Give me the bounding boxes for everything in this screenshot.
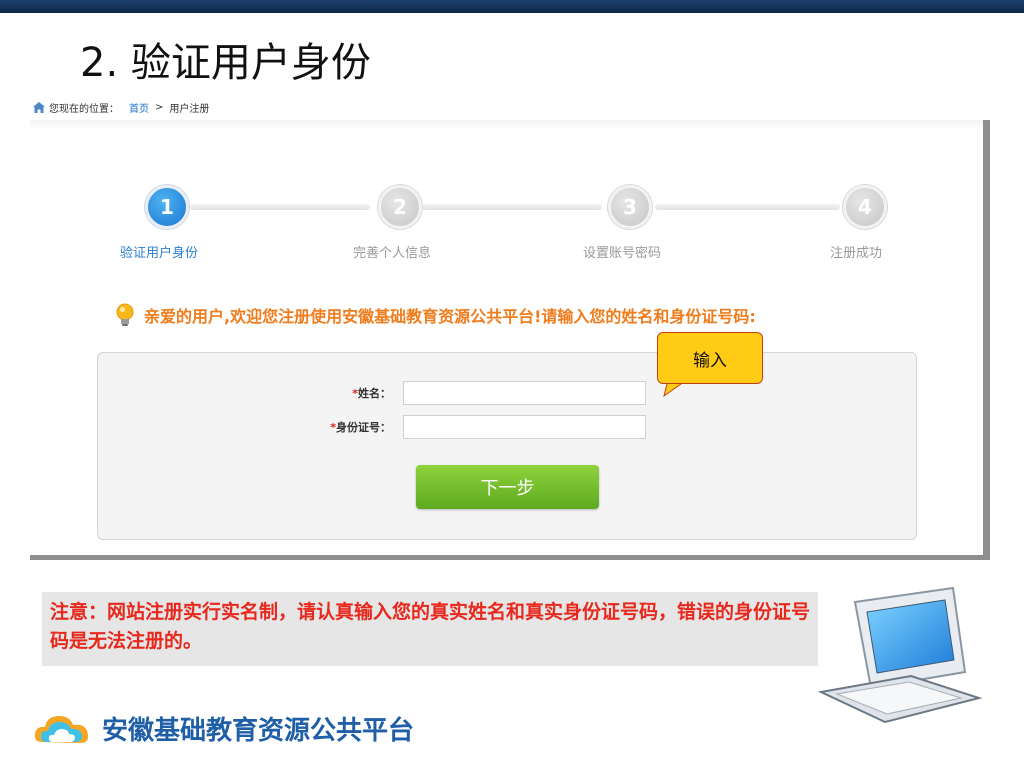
platform-name: 安徽基础教育资源公共平台	[102, 715, 415, 746]
step-1-label: 验证用户身份	[120, 246, 199, 261]
slide-title: 2. 验证用户身份	[80, 40, 371, 86]
step-3-circle: 3	[608, 185, 652, 229]
welcome-text: 亲爱的用户,欢迎您注册使用安徽基础教育资源公共平台!请输入您的姓名和身份证号码:	[144, 307, 756, 326]
step-4-circle: 4	[843, 185, 887, 229]
breadcrumb-prefix: 您现在的位置：	[49, 104, 119, 115]
step-2-circle: 2	[378, 185, 422, 229]
step-connector-2-3	[422, 204, 602, 210]
input-callout: 输入	[657, 332, 763, 384]
slide-top-bar	[0, 0, 1024, 13]
footer-brand: 安徽基础教育资源公共平台	[32, 708, 414, 748]
computer-icon	[817, 586, 983, 724]
step-3-label: 设置账号密码	[583, 246, 662, 261]
step-4-label: 注册成功	[830, 246, 883, 261]
id-number-input[interactable]	[403, 415, 646, 439]
step-connector-3-4	[655, 204, 840, 210]
home-icon	[33, 102, 45, 113]
id-row: *身份证号：	[98, 415, 646, 439]
welcome-message: 亲爱的用户,欢迎您注册使用安徽基础教育资源公共平台!请输入您的姓名和身份证号码:	[114, 302, 756, 328]
notice-box: 注意：网站注册实行实名制，请认真输入您的真实姓名和真实身份证号码，错误的身份证号…	[42, 592, 818, 666]
lightbulb-icon	[116, 303, 134, 326]
step-2-label: 完善个人信息	[353, 246, 432, 261]
name-label-text: 姓名：	[358, 387, 391, 400]
registration-screenshot: 1 2 3 4 验证用户身份 完善个人信息 设置账号密码 注册成功 亲爱的用户,…	[30, 120, 990, 560]
id-label: *身份证号：	[98, 419, 403, 435]
step-1-circle: 1	[145, 185, 189, 229]
breadcrumb: 您现在的位置： 首页 > 用户注册	[33, 100, 209, 115]
breadcrumb-current: 用户注册	[169, 104, 210, 115]
id-label-text: 身份证号：	[336, 421, 391, 434]
verification-form: *姓名： *身份证号： 下一步	[97, 352, 917, 540]
screen-header-strip	[30, 120, 983, 130]
name-label: *姓名：	[98, 385, 403, 401]
next-step-button[interactable]: 下一步	[416, 465, 599, 509]
step-connector-1-2	[190, 204, 370, 210]
name-row: *姓名：	[98, 381, 646, 405]
cloud-logo-icon	[34, 716, 89, 743]
breadcrumb-separator: >	[155, 102, 164, 113]
name-input[interactable]	[403, 381, 646, 405]
breadcrumb-home-link[interactable]: 首页	[129, 100, 149, 115]
